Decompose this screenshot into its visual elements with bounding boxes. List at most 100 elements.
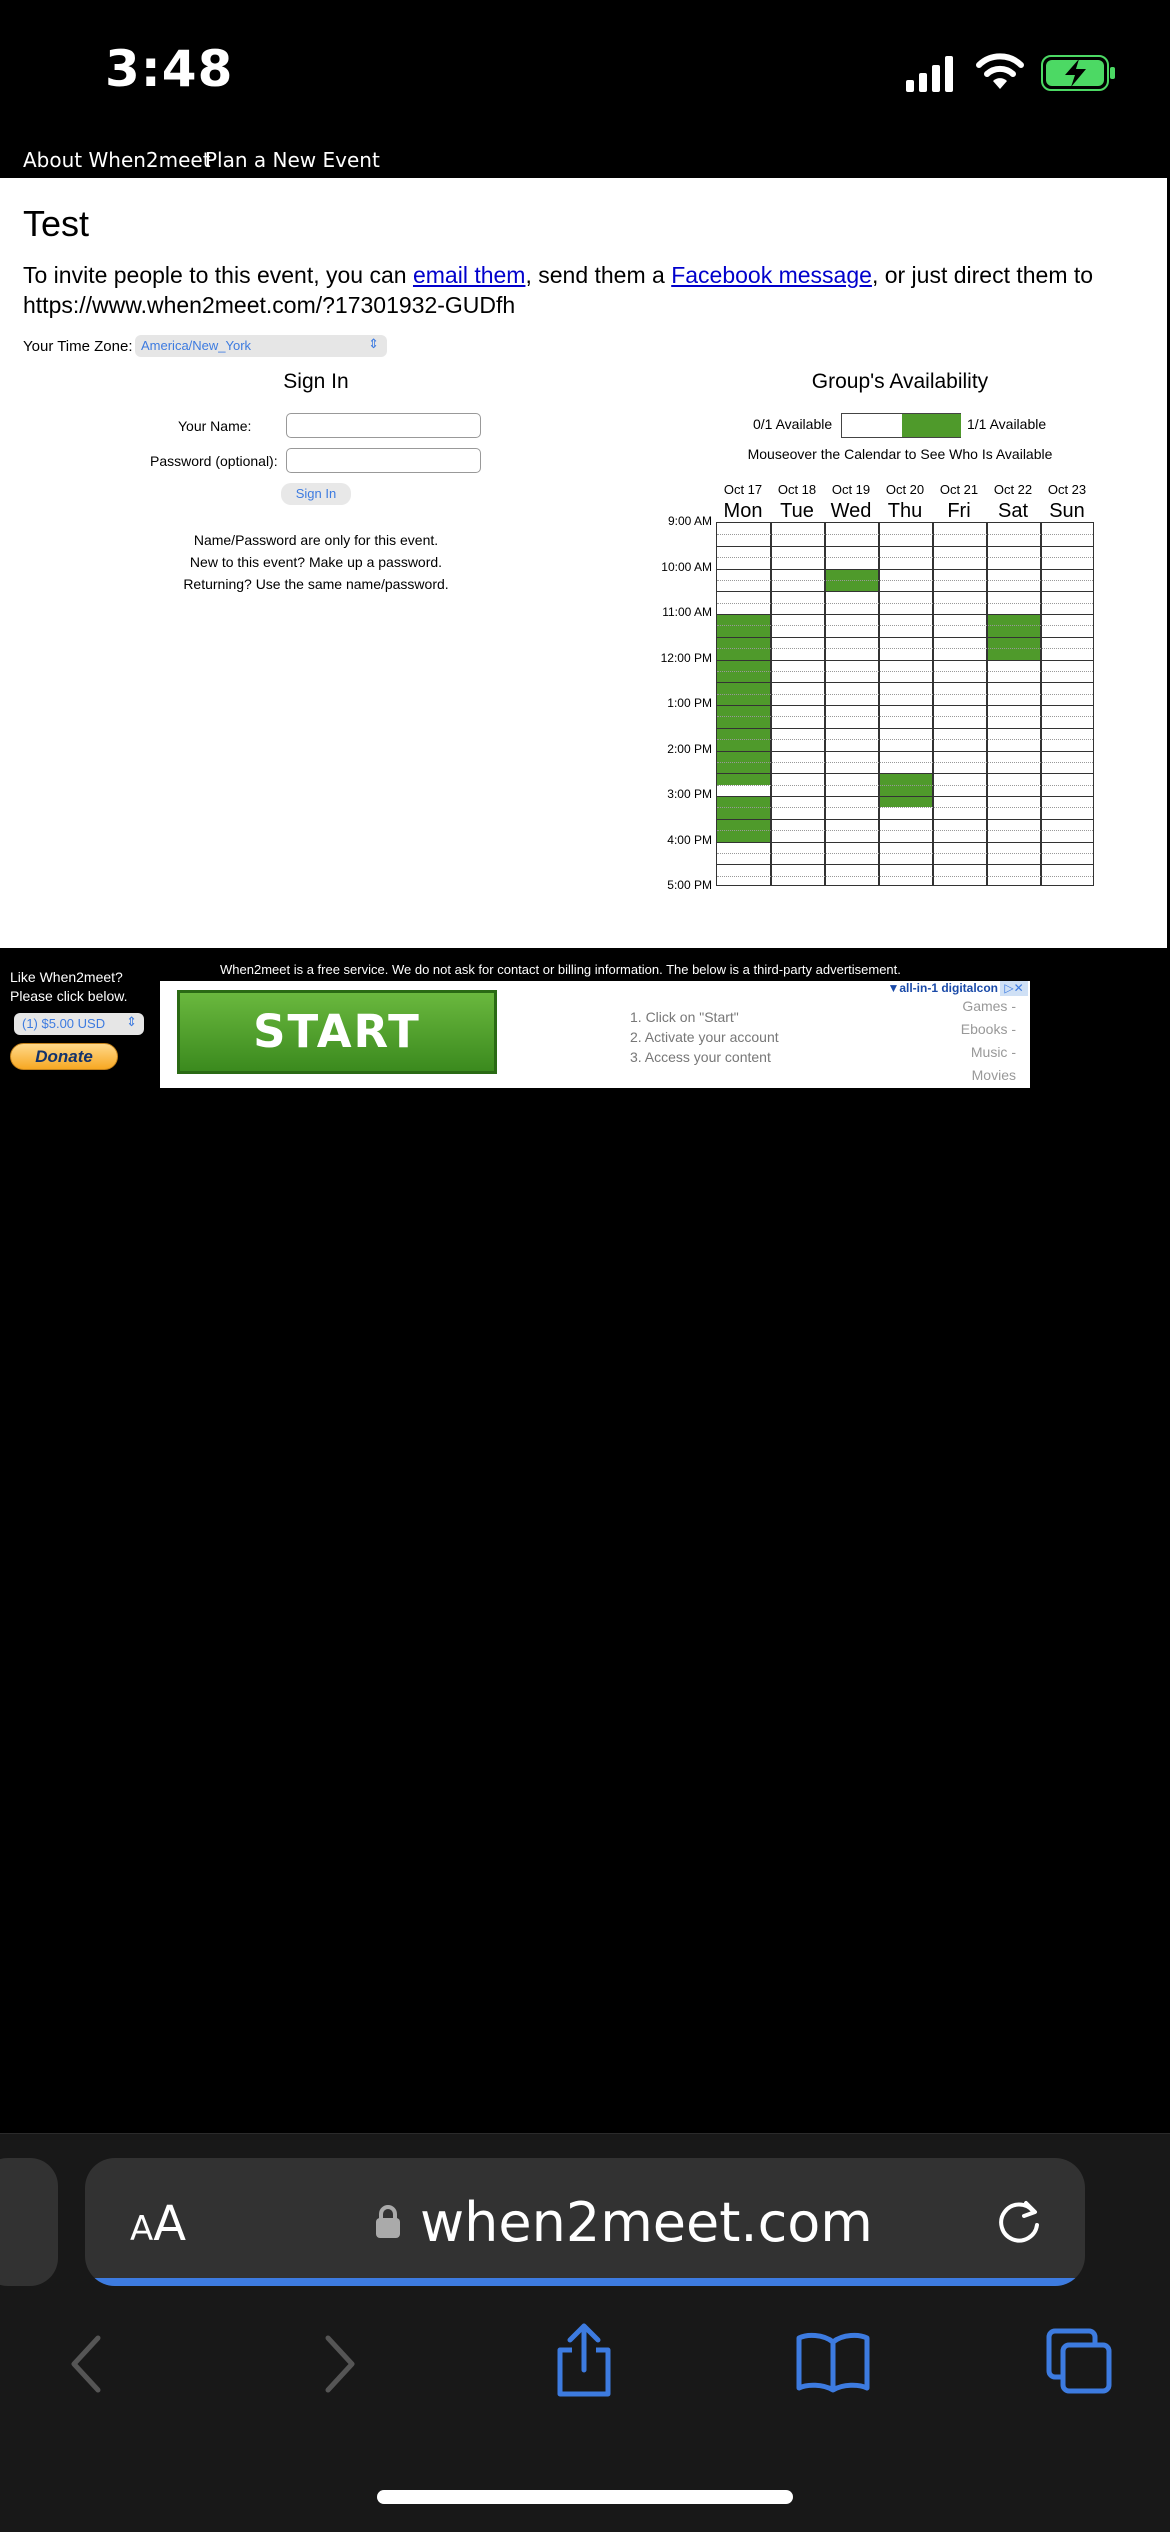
invite-prefix: To invite people to this event, you can [23, 262, 413, 288]
donate-button[interactable]: Donate [10, 1043, 118, 1070]
legend-max-label: 1/1 Available [967, 416, 1047, 432]
grid-row-line [717, 534, 1093, 536]
grid-row-line [717, 591, 1093, 593]
invite-text: To invite people to this event, you can … [23, 260, 1133, 320]
cellular-signal-icon [906, 56, 953, 92]
grid-row-line [717, 636, 1093, 638]
grid-row-line [717, 579, 1093, 581]
legend-min-label: 0/1 Available [753, 416, 833, 432]
grid-row-line [717, 841, 1093, 843]
like-line-1: Like When2meet? [10, 969, 123, 985]
grid-row-line [717, 705, 1093, 706]
day-of-week-label: Thu [887, 500, 923, 522]
share-icon[interactable] [552, 2322, 616, 2398]
forward-icon[interactable] [320, 2332, 360, 2396]
advertisement[interactable]: ▼all-in-1 digitalcon ▷✕ START 1. Click o… [160, 981, 1030, 1088]
reload-icon[interactable] [993, 2197, 1045, 2249]
day-date-label: Oct 18 [777, 482, 817, 497]
home-indicator[interactable] [377, 2490, 793, 2504]
availability-grid[interactable] [716, 522, 1094, 886]
grid-row-line [717, 568, 1093, 570]
time-label: 1:00 PM [667, 696, 712, 710]
grid-row-line [717, 659, 1093, 661]
note-line: Name/Password are only for this event. [193, 532, 439, 548]
password-input[interactable] [286, 448, 481, 473]
availability-heading: Group's Availability [811, 370, 989, 393]
legend-scale [841, 413, 961, 438]
grid-row-line [717, 682, 1093, 684]
previous-tab-preview[interactable] [0, 2158, 58, 2286]
name-label: Your Name: [178, 418, 252, 434]
ad-step: 2. Activate your account [630, 1029, 779, 1045]
day-date-label: Oct 20 [885, 482, 925, 497]
sign-in-button[interactable]: Sign In [281, 483, 351, 505]
invite-mid: , send them a [525, 262, 672, 288]
ad-start-button[interactable]: START [177, 990, 497, 1074]
tabs-icon[interactable] [1045, 2327, 1115, 2397]
time-label: 3:00 PM [667, 787, 712, 801]
time-label: 9:00 AM [667, 514, 712, 528]
back-icon[interactable] [66, 2332, 106, 2396]
ad-category: Ebooks - [960, 1021, 1016, 1037]
name-input[interactable] [286, 413, 481, 438]
day-of-week-label: Wed [830, 500, 872, 522]
grid-row-line [717, 739, 1093, 741]
note-line: New to this event? Make up a password. [189, 554, 443, 570]
day-of-week-label: Fri [947, 500, 971, 522]
grid-row-line [717, 818, 1093, 820]
donation-amount-select[interactable]: (1) $5.00 USD ⇕ [14, 1013, 144, 1035]
bookmarks-icon[interactable] [795, 2330, 871, 2394]
email-them-link[interactable]: email them [413, 262, 525, 288]
time-label: 10:00 AM [661, 559, 712, 574]
ad-close-icon[interactable]: ▷✕ [1000, 981, 1028, 996]
lock-icon [376, 2205, 400, 2238]
available-block[interactable] [879, 773, 933, 808]
day-date-label: Oct 23 [1047, 482, 1087, 497]
password-label: Password (optional): [150, 453, 278, 469]
select-chevron-icon: ⇕ [368, 336, 379, 351]
text-size-button[interactable]: AA [130, 2196, 186, 2252]
available-block[interactable] [717, 614, 771, 785]
day-date-label: Oct 19 [831, 482, 871, 497]
grid-row-line [717, 648, 1093, 650]
grid-row-line [717, 773, 1093, 775]
plan-new-event-link[interactable]: Plan a New Event [205, 148, 380, 172]
ad-category: Games - [962, 998, 1016, 1014]
timezone-label: Your Time Zone: [23, 338, 133, 355]
grid-row-line [717, 614, 1093, 615]
ad-brand[interactable]: ▼all-in-1 digitalcon [887, 981, 998, 995]
grid-row-line [717, 864, 1093, 866]
day-date-label: Oct 17 [723, 482, 763, 497]
facebook-message-link[interactable]: Facebook message [671, 262, 872, 288]
select-chevron-icon: ⇕ [126, 1014, 137, 1029]
time-label: 2:00 PM [667, 741, 712, 756]
ad-category: Music - [970, 1044, 1016, 1060]
screen: { "status_bar": {"time": "3:48", "icons"… [0, 0, 1170, 2532]
timezone-select[interactable]: America/New_York ⇕ [135, 335, 387, 357]
grid-row-line [717, 807, 1093, 809]
day-of-week-label: Sun [1049, 500, 1085, 522]
ad-categories: Games - Ebooks - Music - Movies [961, 995, 1016, 1087]
sign-in-heading: Sign In [283, 370, 349, 393]
grid-row-line [717, 716, 1093, 718]
grid-row-line [717, 693, 1093, 695]
day-of-week-label: Sat [997, 500, 1029, 522]
about-link[interactable]: About When2meet [23, 148, 211, 172]
text-size-large-a: A [153, 2196, 187, 2252]
day-date-label: Oct 21 [939, 482, 979, 497]
grid-row-line [717, 784, 1093, 786]
time-label: 5:00 PM [667, 878, 712, 892]
time-label: 12:00 PM [660, 650, 712, 665]
like-line-2: Please click below. [10, 988, 128, 1004]
grid-row-line [717, 750, 1093, 752]
battery-charging-icon [1041, 55, 1115, 91]
day-date-label: Oct 22 [993, 482, 1033, 497]
day-of-week-label: Mon [723, 500, 763, 522]
note-line: Returning? Use the same name/password. [183, 576, 449, 592]
top-nav: About When2meet Plan a New Event [0, 140, 1170, 178]
legend-available-swatch [902, 414, 961, 437]
footer-notice: When2meet is a free service. We do not a… [220, 962, 901, 977]
page-load-progress [85, 2278, 1085, 2286]
donation-amount-value: (1) $5.00 USD [22, 1016, 106, 1031]
time-label: 11:00 AM [662, 605, 712, 619]
